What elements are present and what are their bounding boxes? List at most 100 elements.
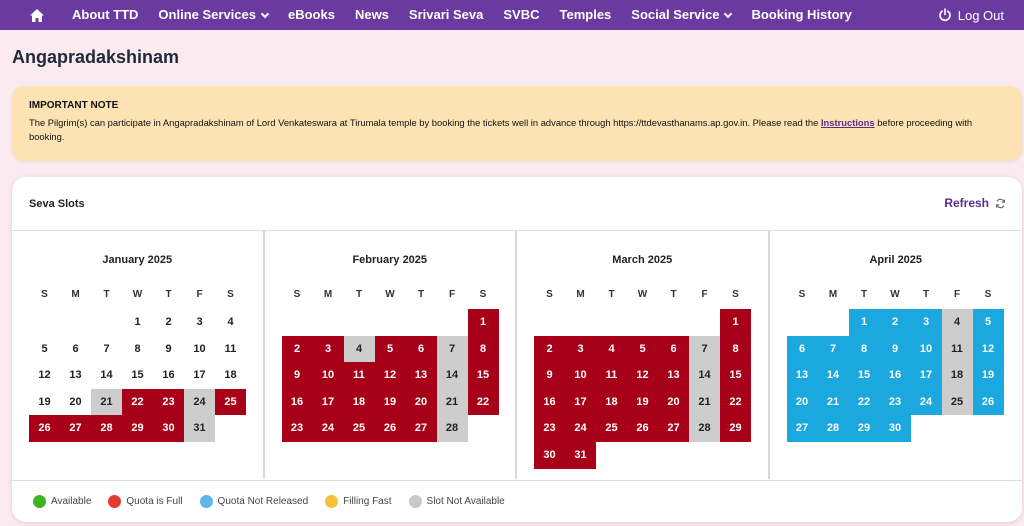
calendar-day[interactable]: 7 <box>689 335 720 363</box>
calendar-day[interactable]: 25 <box>215 388 246 416</box>
calendar-day[interactable]: 13 <box>405 362 437 389</box>
calendar-day[interactable]: 1 <box>720 309 751 336</box>
calendar-day[interactable]: 8 <box>848 335 880 363</box>
calendar-day[interactable]: 16 <box>153 362 184 389</box>
logout-button[interactable]: Log Out <box>938 0 1004 30</box>
calendar-day[interactable]: 24 <box>312 415 344 442</box>
calendar-day[interactable]: 11 <box>215 336 246 363</box>
calendar-day[interactable]: 29 <box>720 415 751 442</box>
calendar-day[interactable]: 15 <box>720 362 751 389</box>
calendar-day[interactable]: 14 <box>91 362 122 389</box>
home-icon[interactable] <box>24 0 50 30</box>
calendar-day[interactable]: 4 <box>343 335 375 363</box>
calendar-day[interactable]: 20 <box>658 388 689 416</box>
calendar-day[interactable]: 21 <box>689 388 720 416</box>
calendar-day[interactable]: 27 <box>786 415 818 442</box>
refresh-button[interactable]: Refresh <box>944 196 1006 210</box>
calendar-day[interactable]: 17 <box>184 362 215 389</box>
nav-item-ebooks[interactable]: eBooks <box>278 0 345 30</box>
calendar-day[interactable]: 19 <box>627 388 658 416</box>
calendar-day[interactable]: 12 <box>627 362 658 389</box>
calendar-day[interactable]: 11 <box>343 362 375 389</box>
calendar-day[interactable]: 12 <box>972 335 1004 363</box>
calendar-day[interactable]: 8 <box>720 335 751 363</box>
calendar-day[interactable]: 4 <box>215 309 246 336</box>
calendar-day[interactable]: 14 <box>436 362 468 389</box>
calendar-day[interactable]: 25 <box>343 415 375 442</box>
calendar-day[interactable]: 8 <box>122 336 153 363</box>
calendar-day[interactable]: 11 <box>596 362 627 389</box>
calendar-day[interactable]: 7 <box>91 336 122 363</box>
calendar-day[interactable]: 7 <box>817 335 849 363</box>
calendar-day[interactable]: 25 <box>941 388 973 416</box>
calendar-day[interactable]: 2 <box>153 309 184 336</box>
calendar-day[interactable]: 21 <box>817 388 849 416</box>
calendar-day[interactable]: 23 <box>879 388 911 416</box>
calendar-day[interactable]: 30 <box>153 415 184 442</box>
calendar-day[interactable]: 3 <box>910 309 942 336</box>
calendar-day[interactable]: 10 <box>910 335 942 363</box>
calendar-day[interactable]: 24 <box>910 388 942 416</box>
calendar-day[interactable]: 8 <box>467 335 499 363</box>
calendar-day[interactable]: 26 <box>29 415 60 442</box>
calendar-day[interactable]: 23 <box>281 415 313 442</box>
calendar-day[interactable]: 17 <box>910 362 942 389</box>
calendar-day[interactable]: 6 <box>60 336 91 363</box>
calendar-day[interactable]: 3 <box>312 335 344 363</box>
calendar-day[interactable]: 1 <box>848 309 880 336</box>
nav-item-news[interactable]: News <box>345 0 399 30</box>
calendar-day[interactable]: 16 <box>281 388 313 416</box>
calendar-day[interactable]: 13 <box>60 362 91 389</box>
calendar-day[interactable]: 21 <box>91 388 122 416</box>
calendar-day[interactable]: 6 <box>786 335 818 363</box>
calendar-day[interactable]: 11 <box>941 335 973 363</box>
calendar-day[interactable]: 4 <box>596 335 627 363</box>
calendar-day[interactable]: 31 <box>184 415 215 442</box>
calendar-day[interactable]: 10 <box>565 362 596 389</box>
calendar-day[interactable]: 9 <box>281 362 313 389</box>
calendar-day[interactable]: 18 <box>596 388 627 416</box>
calendar-day[interactable]: 17 <box>312 388 344 416</box>
calendar-day[interactable]: 2 <box>879 309 911 336</box>
calendar-day[interactable]: 1 <box>122 309 153 336</box>
nav-item-srivari-seva[interactable]: Srivari Seva <box>399 0 493 30</box>
calendar-day[interactable]: 6 <box>658 335 689 363</box>
calendar-day[interactable]: 28 <box>689 415 720 442</box>
calendar-day[interactable]: 12 <box>374 362 406 389</box>
calendar-day[interactable]: 3 <box>565 335 596 363</box>
calendar-day[interactable]: 4 <box>941 309 973 336</box>
calendar-day[interactable]: 20 <box>405 388 437 416</box>
calendar-day[interactable]: 7 <box>436 335 468 363</box>
calendar-day[interactable]: 3 <box>184 309 215 336</box>
calendar-day[interactable]: 10 <box>312 362 344 389</box>
calendar-day[interactable]: 15 <box>467 362 499 389</box>
calendar-day[interactable]: 28 <box>817 415 849 442</box>
calendar-day[interactable]: 29 <box>848 415 880 442</box>
calendar-day[interactable]: 1 <box>467 309 499 336</box>
calendar-day[interactable]: 18 <box>941 362 973 389</box>
calendar-day[interactable]: 16 <box>879 362 911 389</box>
calendar-day[interactable]: 23 <box>534 415 565 442</box>
calendar-day[interactable]: 22 <box>848 388 880 416</box>
calendar-day[interactable]: 26 <box>972 388 1004 416</box>
calendar-day[interactable]: 18 <box>215 362 246 389</box>
calendar-day[interactable]: 30 <box>879 415 911 442</box>
nav-item-about-ttd[interactable]: About TTD <box>62 0 148 30</box>
calendar-day[interactable]: 13 <box>786 362 818 389</box>
nav-item-social-service[interactable]: Social Service <box>621 0 741 30</box>
calendar-day[interactable]: 26 <box>627 415 658 442</box>
calendar-day[interactable]: 22 <box>122 388 153 416</box>
calendar-day[interactable]: 9 <box>879 335 911 363</box>
calendar-day[interactable]: 19 <box>374 388 406 416</box>
calendar-day[interactable]: 21 <box>436 388 468 416</box>
calendar-day[interactable]: 5 <box>972 309 1004 336</box>
calendar-day[interactable]: 13 <box>658 362 689 389</box>
calendar-day[interactable]: 14 <box>817 362 849 389</box>
calendar-day[interactable]: 9 <box>153 336 184 363</box>
calendar-day[interactable]: 15 <box>122 362 153 389</box>
calendar-day[interactable]: 19 <box>29 389 60 416</box>
calendar-day[interactable]: 15 <box>848 362 880 389</box>
calendar-day[interactable]: 23 <box>153 388 184 416</box>
calendar-day[interactable]: 22 <box>467 388 499 416</box>
calendar-day[interactable]: 19 <box>972 362 1004 389</box>
